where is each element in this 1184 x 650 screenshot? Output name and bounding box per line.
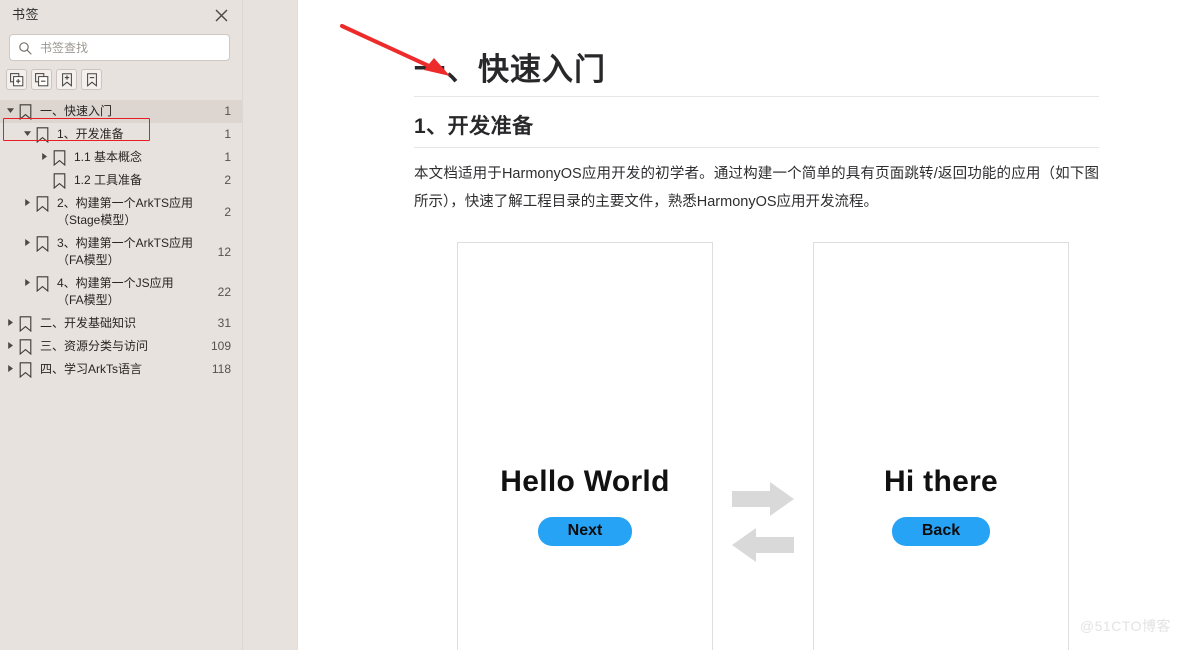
bookmark-sidebar: 书签 书签查找 一、快速入门 1 1、开发准备 1 1.1 基本概念 1 1.2… [0,0,243,650]
bookmark-page-number: 1 [224,127,231,141]
add-bookmark-icon[interactable] [56,69,77,90]
bookmark-tree: 一、快速入门 1 1、开发准备 1 1.1 基本概念 1 1.2 工具准备 2 2、构建第一个A… [0,96,242,381]
bookmark-page-number: 2 [224,204,231,219]
bookmark-item-label: 1.1 基本概念 [74,150,143,164]
bookmark-icon [34,195,51,212]
bookmark-page-number: 31 [217,316,231,330]
bookmark-tree-item[interactable]: 三、资源分类与访问 109 [0,335,242,358]
bookmark-item-label: 三、资源分类与访问 [40,339,149,353]
expand-all-icon[interactable] [6,69,27,90]
phone-mockup-right: Hi there Back [813,242,1069,650]
chevron-right-icon[interactable] [21,275,34,286]
bookmark-item-label: 2、构建第一个ArkTS应用（Stage模型） [57,196,194,227]
transition-arrows [713,242,813,562]
hello-world-text: Hello World [500,465,670,498]
watermark: @51CTO博客 [1079,618,1171,634]
chevron-right-icon[interactable] [4,338,17,349]
bookmark-tree-item[interactable]: 3、构建第一个ArkTS应用（FA模型） 12 [0,232,242,272]
bookmark-search-wrapper [0,30,242,61]
chevron-right-icon[interactable] [38,149,51,160]
bookmark-icon [51,149,68,166]
bookmark-icon [17,103,34,120]
body-paragraph: 本文档适用于HarmonyOS应用开发的初学者。通过构建一个简单的具有页面跳转/… [414,166,1099,210]
hi-there-text: Hi there [883,465,999,498]
bookmark-tree-item[interactable]: 1.2 工具准备 2 [0,169,242,192]
document-page: 一、快速入门 1、开发准备 本文档适用于HarmonyOS应用开发的初学者。通过… [298,0,1184,650]
bookmark-icon [34,235,51,252]
chevron-right-icon[interactable] [4,361,17,372]
search-icon [18,40,33,55]
remove-bookmark-icon[interactable] [81,69,102,90]
bookmark-search-input[interactable] [40,39,221,56]
bookmark-item-label: 1.2 工具准备 [74,173,143,187]
bookmark-icon [17,338,34,355]
bookmark-page-number: 12 [217,244,231,259]
page-gutter [243,0,298,650]
bookmark-item-label: 二、开发基础知识 [40,316,137,330]
arrow-left-icon [732,528,794,562]
bookmark-item-label: 3、构建第一个ArkTS应用（FA模型） [57,236,194,267]
bookmark-tree-item[interactable]: 二、开发基础知识 31 [0,312,242,335]
chevron-right-icon[interactable] [21,235,34,246]
bookmark-tree-item[interactable]: 四、学习ArkTs语言 118 [0,358,242,381]
bookmark-toolbar [0,61,242,96]
bookmark-tree-item[interactable]: 2、构建第一个ArkTS应用（Stage模型） 2 [0,192,242,232]
pdf-reader-window: 书签 书签查找 一、快速入门 1 1、开发准备 1 1.1 基本概念 1 1.2… [0,0,1184,650]
bookmark-icon [17,315,34,332]
collapse-all-icon[interactable] [31,69,52,90]
close-icon[interactable] [210,4,232,26]
chevron-down-icon[interactable] [21,126,34,137]
bookmark-icon [51,172,68,189]
bookmark-search-box[interactable] [9,34,230,61]
bookmark-item-label: 4、构建第一个JS应用（FA模型） [57,276,174,307]
next-button[interactable]: Next [537,517,633,546]
back-button[interactable]: Back [891,517,991,546]
chevron-right-icon[interactable] [4,315,17,326]
bookmark-icon [17,361,34,378]
bookmark-item-label: 一、快速入门 [40,104,113,118]
bookmark-tree-item[interactable]: 一、快速入门 1 [0,100,242,123]
sidebar-title: 书签 [12,7,40,22]
phone-mockup-left: Hello World Next [457,242,713,650]
bookmark-tree-item[interactable]: 1、开发准备 1 [0,123,242,146]
bookmark-icon [34,126,51,143]
app-flow-figure: Hello World Next Hi there Back [298,216,1184,650]
bookmark-icon [34,275,51,292]
section-heading: 1、开发准备 [414,115,534,138]
bookmark-tree-item[interactable]: 1.1 基本概念 1 [0,146,242,169]
bookmark-tree-item[interactable]: 4、构建第一个JS应用（FA模型） 22 [0,272,242,312]
arrow-right-icon [732,482,794,516]
bookmark-page-number: 118 [211,362,231,376]
bookmark-page-number: 1 [224,150,231,164]
bookmark-page-number: 22 [217,284,231,299]
bookmark-item-label: 四、学习ArkTs语言 [40,362,143,376]
chevron-down-icon[interactable] [4,103,17,114]
sidebar-header: 书签 [0,0,242,30]
bookmark-page-number: 1 [224,104,231,118]
chevron-right-icon[interactable] [21,195,34,206]
bookmark-item-label: 1、开发准备 [57,127,124,141]
bookmark-page-number: 2 [224,173,231,187]
bookmark-page-number: 109 [210,339,231,353]
page-title: 一、快速入门 [414,52,606,87]
